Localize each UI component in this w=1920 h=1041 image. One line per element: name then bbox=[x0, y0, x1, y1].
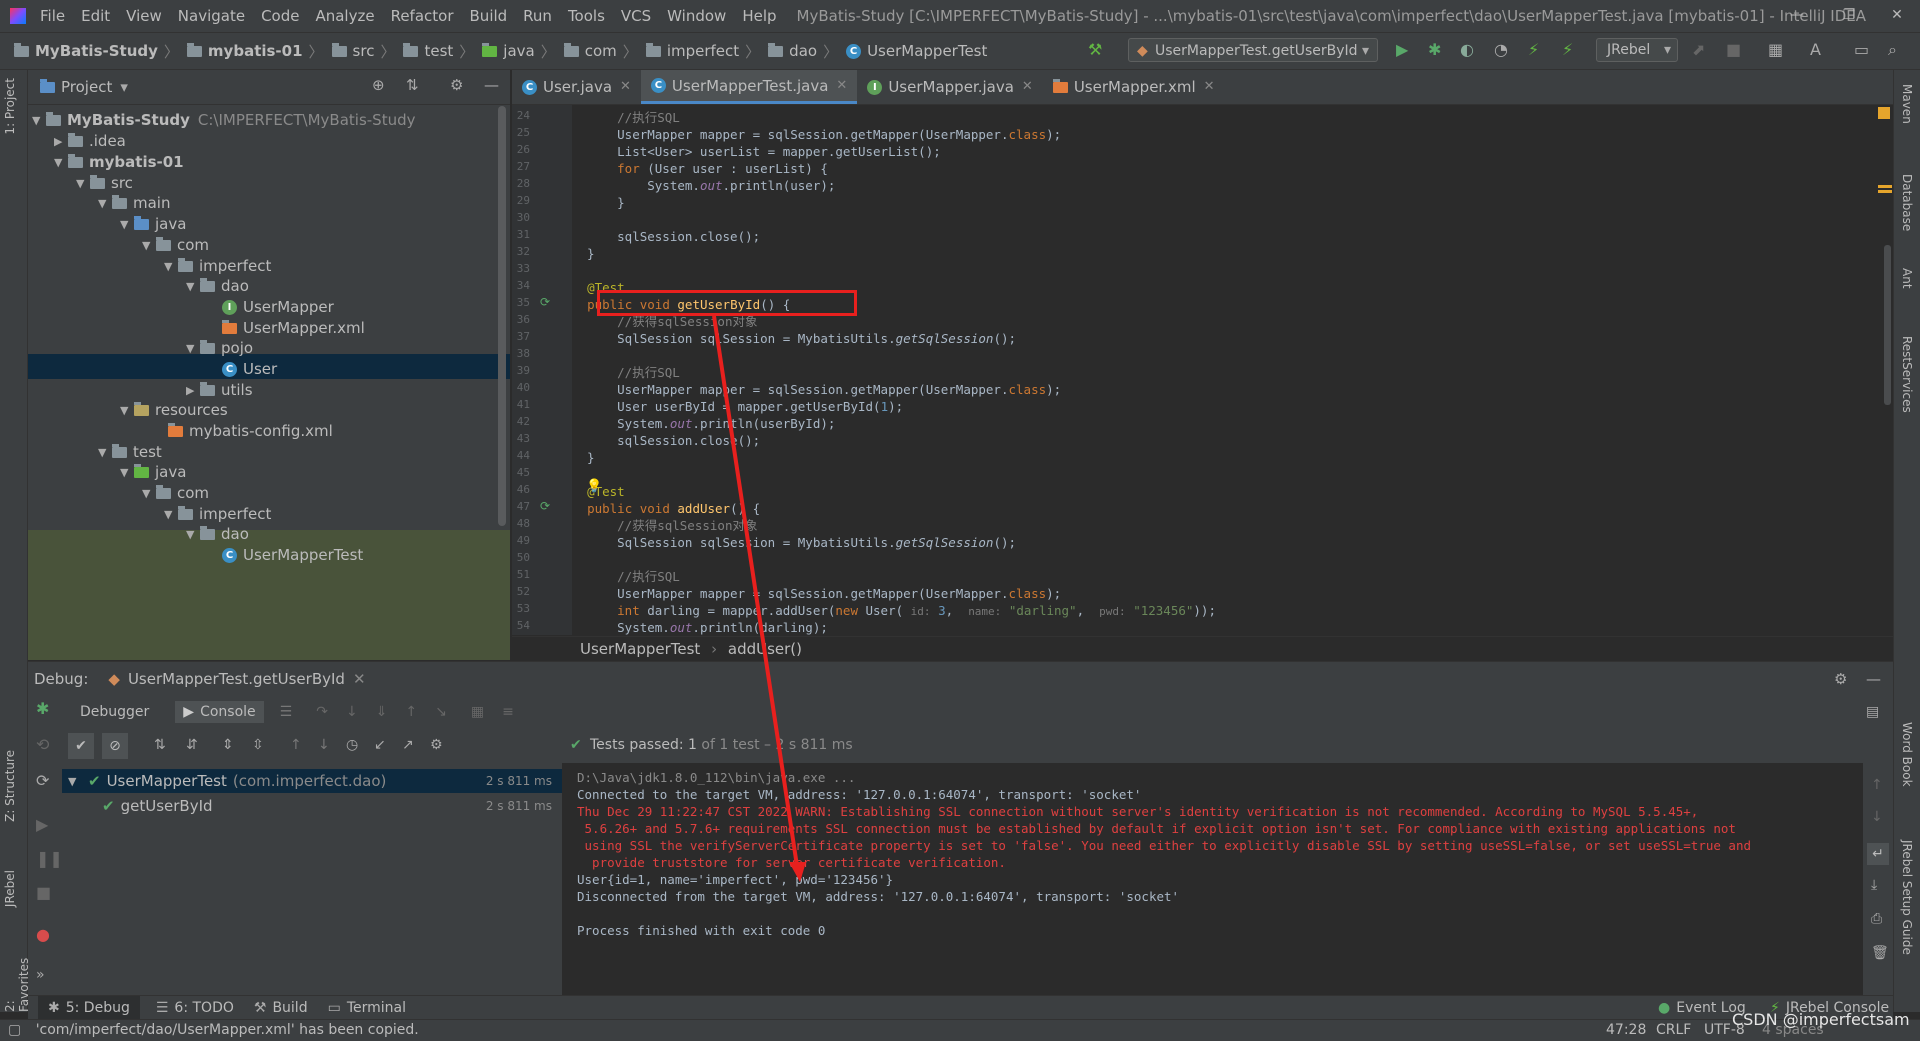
annotation-arrow bbox=[712, 315, 806, 882]
